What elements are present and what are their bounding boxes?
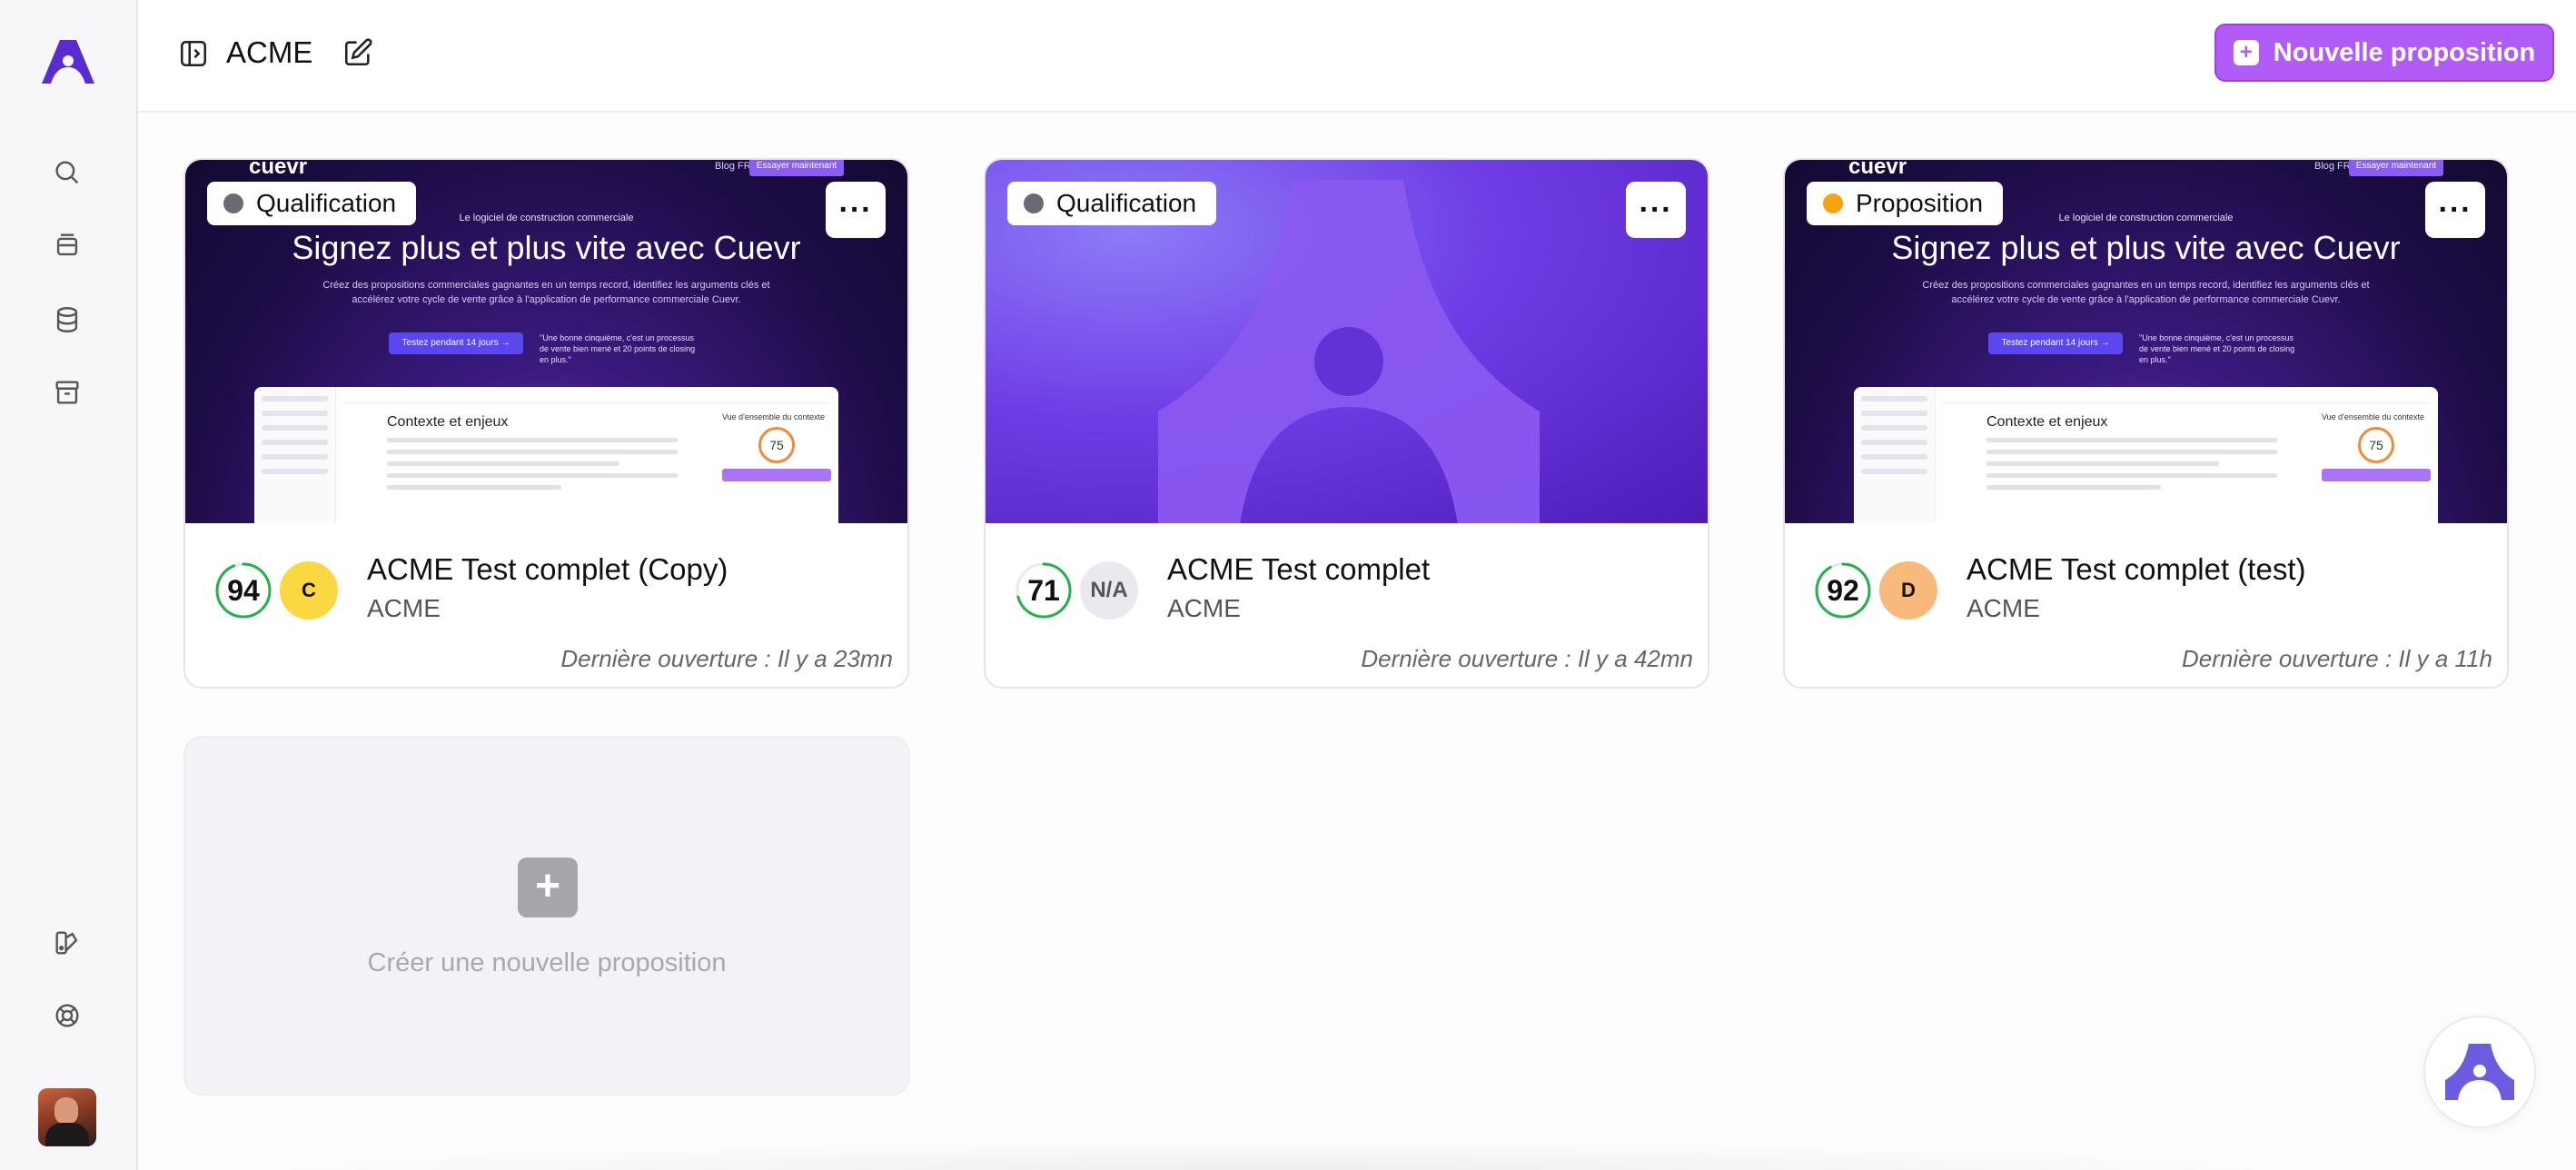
database-icon[interactable] bbox=[49, 302, 85, 338]
grade-badge: N/A bbox=[1080, 561, 1138, 620]
status-badge: Qualification bbox=[1007, 182, 1217, 225]
archive-icon[interactable] bbox=[49, 374, 85, 411]
card-title: ACME Test complet (Copy) bbox=[367, 552, 728, 586]
mock-score: 75 bbox=[2358, 427, 2394, 463]
card-client: ACME bbox=[367, 594, 441, 622]
status-dot-icon bbox=[1823, 193, 1843, 213]
mock-panel-title: Vue d'ensemble du contexte bbox=[2322, 412, 2424, 421]
edit-icon[interactable] bbox=[342, 37, 373, 68]
thumb-nav-cta: Essayer maintenant bbox=[749, 160, 844, 176]
score-value: 71 bbox=[1027, 574, 1060, 607]
thumb-app-mockup: Contexte et enjeux Vue d'ensemble du con… bbox=[1854, 387, 2438, 523]
card-title: ACME Test complet (test) bbox=[1967, 552, 2306, 586]
proposal-card[interactable]: cuevr Blog FR ⌄ Essayer maintenant Le lo… bbox=[183, 158, 909, 689]
thumb-brand: cuevr bbox=[249, 160, 308, 179]
thumb-try-button: Testez pendant 14 jours → bbox=[389, 332, 523, 354]
search-icon[interactable] bbox=[49, 154, 85, 191]
toggle-sidebar-icon[interactable] bbox=[178, 38, 209, 69]
status-label: Proposition bbox=[1856, 189, 1984, 217]
page-title: ACME bbox=[226, 35, 313, 69]
plus-icon: + bbox=[2233, 40, 2259, 65]
score-ring: 71 bbox=[1015, 561, 1073, 620]
score-value: 94 bbox=[227, 574, 260, 607]
sidebar bbox=[0, 0, 138, 1170]
user-avatar[interactable] bbox=[38, 1088, 96, 1146]
thumb-nav: cuevr Blog FR ⌄ Essayer maintenant bbox=[1848, 160, 2443, 180]
create-proposal-label: Créer une nouvelle proposition bbox=[367, 948, 727, 977]
new-proposal-label: Nouvelle proposition bbox=[2273, 37, 2536, 67]
score-value: 92 bbox=[1827, 574, 1859, 607]
mock-heading: Contexte et enjeux bbox=[1986, 414, 2108, 430]
thumb-nav: cuevr Blog FR ⌄ Essayer maintenant bbox=[249, 160, 844, 180]
thumb-headline: Signez plus et plus vite avec Cuevr bbox=[1891, 229, 2401, 266]
brand-logo-icon bbox=[1158, 180, 1540, 523]
card-menu-button[interactable]: ··· bbox=[826, 182, 886, 238]
scroll-shadow bbox=[238, 1141, 2309, 1170]
card-client: ACME bbox=[1967, 594, 2040, 622]
thumb-brand: cuevr bbox=[1848, 160, 1907, 179]
status-dot-icon bbox=[1024, 193, 1044, 213]
last-opened: Dernière ouverture : Il y a 23mn bbox=[560, 645, 893, 672]
brand-logo-icon[interactable] bbox=[40, 38, 96, 85]
score-ring: 92 bbox=[1814, 561, 1872, 620]
thumb-quote: "Une bonne cinquième, c'est un processus… bbox=[540, 333, 696, 364]
thumb-quote: "Une bonne cinquième, c'est un processus… bbox=[2139, 333, 2295, 364]
status-badge: Qualification bbox=[207, 182, 417, 225]
mock-panel-title: Vue d'ensemble du contexte bbox=[722, 412, 825, 421]
card-title: ACME Test complet bbox=[1167, 552, 1431, 586]
status-label: Qualification bbox=[256, 189, 397, 217]
last-opened: Dernière ouverture : Il y a 42mn bbox=[1361, 645, 1693, 672]
palette-icon[interactable] bbox=[49, 925, 85, 961]
score-ring: 94 bbox=[214, 561, 272, 620]
brand-logo-icon bbox=[2445, 1044, 2514, 1100]
mock-heading: Contexte et enjeux bbox=[387, 414, 509, 430]
last-opened: Dernière ouverture : Il y a 11h bbox=[2181, 645, 2492, 672]
new-proposal-button[interactable]: + Nouvelle proposition bbox=[2214, 24, 2554, 82]
thumb-subtitle: Créez des propositions commerciales gagn… bbox=[1922, 280, 2370, 305]
thumb-headline: Signez plus et plus vite avec Cuevr bbox=[292, 229, 801, 266]
proposal-card[interactable]: Qualification ··· 71 N/A ACME Test compl… bbox=[984, 158, 1709, 689]
grade-badge: D bbox=[1879, 561, 1937, 620]
plus-icon: + bbox=[518, 858, 578, 917]
thumb-subtitle: Créez des propositions commerciales gagn… bbox=[322, 280, 770, 305]
thumb-nav-cta: Essayer maintenant bbox=[2349, 160, 2443, 176]
status-label: Qualification bbox=[1056, 189, 1197, 217]
top-header: ACME + Nouvelle proposition bbox=[138, 0, 2576, 113]
mock-score: 75 bbox=[758, 427, 795, 463]
card-client: ACME bbox=[1167, 594, 1241, 622]
thumb-app-mockup: Contexte et enjeux Vue d'ensemble du con… bbox=[254, 387, 838, 523]
card-menu-button[interactable]: ··· bbox=[1626, 182, 1686, 238]
app-root: ACME + Nouvelle proposition cuevr Blog F… bbox=[0, 0, 2576, 1170]
card-menu-button[interactable]: ··· bbox=[2425, 182, 2485, 238]
lifebuoy-icon[interactable] bbox=[49, 997, 85, 1034]
grade-badge: C bbox=[280, 561, 338, 620]
create-proposal-card[interactable]: + Créer une nouvelle proposition bbox=[183, 736, 910, 1096]
thumb-try-button: Testez pendant 14 jours → bbox=[1988, 332, 2123, 354]
status-badge: Proposition bbox=[1807, 182, 2004, 225]
assistant-button[interactable] bbox=[2423, 1016, 2536, 1128]
status-dot-icon bbox=[223, 193, 243, 213]
proposal-card[interactable]: cuevr Blog FR ⌄ Essayer maintenant Le lo… bbox=[1783, 158, 2509, 689]
layers-icon[interactable] bbox=[49, 227, 85, 263]
